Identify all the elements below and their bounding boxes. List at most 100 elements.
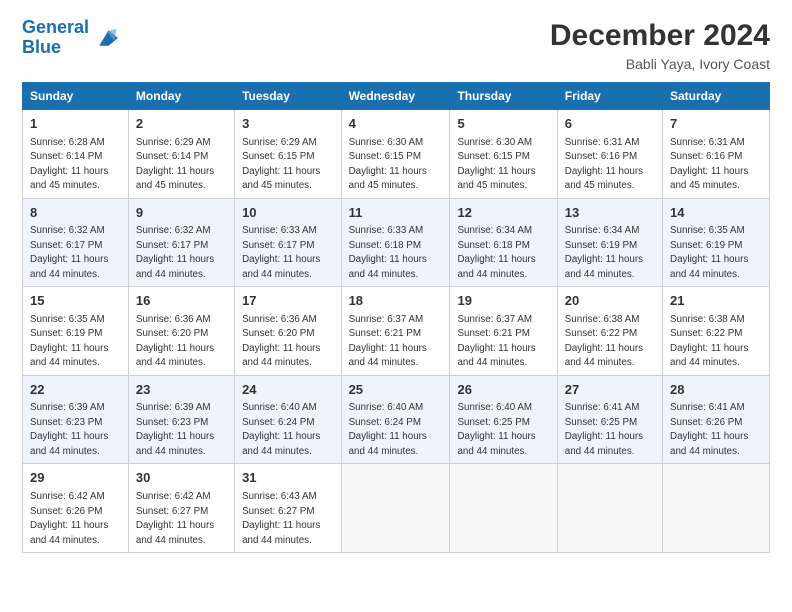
- day-number: 15: [30, 292, 121, 310]
- day-info: Sunrise: 6:35 AMSunset: 6:19 PMDaylight:…: [30, 314, 108, 369]
- table-row: 28 Sunrise: 6:41 AMSunset: 6:26 PMDayligh…: [663, 375, 770, 464]
- day-info: Sunrise: 6:29 AMSunset: 6:15 PMDaylight:…: [242, 137, 320, 192]
- day-info: Sunrise: 6:42 AMSunset: 6:26 PMDaylight:…: [30, 491, 108, 546]
- col-wednesday: Wednesday: [341, 83, 450, 110]
- day-number: 1: [30, 115, 121, 133]
- table-row: 16 Sunrise: 6:36 AMSunset: 6:20 PMDayligh…: [128, 287, 234, 376]
- day-number: 17: [242, 292, 333, 310]
- day-info: Sunrise: 6:38 AMSunset: 6:22 PMDaylight:…: [670, 314, 748, 369]
- table-row: 18 Sunrise: 6:37 AMSunset: 6:21 PMDayligh…: [341, 287, 450, 376]
- col-thursday: Thursday: [450, 83, 557, 110]
- col-friday: Friday: [557, 83, 662, 110]
- subtitle: Babli Yaya, Ivory Coast: [550, 56, 770, 72]
- table-row: 17 Sunrise: 6:36 AMSunset: 6:20 PMDayligh…: [235, 287, 341, 376]
- calendar-table: Sunday Monday Tuesday Wednesday Thursday…: [22, 82, 770, 553]
- title-block: December 2024 Babli Yaya, Ivory Coast: [550, 18, 770, 72]
- table-row: 15 Sunrise: 6:35 AMSunset: 6:19 PMDayligh…: [23, 287, 129, 376]
- table-row: [450, 464, 557, 553]
- day-number: 2: [136, 115, 227, 133]
- day-number: 6: [565, 115, 655, 133]
- logo-icon: [93, 24, 121, 52]
- table-row: 11 Sunrise: 6:33 AMSunset: 6:18 PMDayligh…: [341, 198, 450, 287]
- day-number: 21: [670, 292, 762, 310]
- day-number: 11: [349, 204, 443, 222]
- day-number: 4: [349, 115, 443, 133]
- table-row: 24 Sunrise: 6:40 AMSunset: 6:24 PMDayligh…: [235, 375, 341, 464]
- day-info: Sunrise: 6:33 AMSunset: 6:18 PMDaylight:…: [349, 225, 427, 280]
- day-info: Sunrise: 6:38 AMSunset: 6:22 PMDaylight:…: [565, 314, 643, 369]
- table-row: 6Sunrise: 6:31 AMSunset: 6:16 PMDaylight…: [557, 110, 662, 199]
- day-number: 26: [457, 381, 549, 399]
- table-row: 25Sunrise: 6:40 AMSunset: 6:24 PMDayligh…: [341, 375, 450, 464]
- day-number: 13: [565, 204, 655, 222]
- table-row: 1 Sunrise: 6:28 AMSunset: 6:14 PMDaylight…: [23, 110, 129, 199]
- day-number: 24: [242, 381, 333, 399]
- col-monday: Monday: [128, 83, 234, 110]
- table-row: 5 Sunrise: 6:30 AMSunset: 6:15 PMDaylight…: [450, 110, 557, 199]
- day-number: 22: [30, 381, 121, 399]
- day-number: 28: [670, 381, 762, 399]
- day-info: Sunrise: 6:40 AMSunset: 6:24 PMDaylight:…: [349, 402, 427, 457]
- day-info: Sunrise: 6:36 AMSunset: 6:20 PMDaylight:…: [136, 314, 214, 369]
- col-sunday: Sunday: [23, 83, 129, 110]
- table-row: 3 Sunrise: 6:29 AMSunset: 6:15 PMDaylight…: [235, 110, 341, 199]
- calendar-header-row: Sunday Monday Tuesday Wednesday Thursday…: [23, 83, 770, 110]
- table-row: 31Sunrise: 6:43 AMSunset: 6:27 PMDayligh…: [235, 464, 341, 553]
- day-number: 18: [349, 292, 443, 310]
- table-row: 22 Sunrise: 6:39 AMSunset: 6:23 PMDayligh…: [23, 375, 129, 464]
- day-info: Sunrise: 6:30 AMSunset: 6:15 PMDaylight:…: [457, 137, 535, 192]
- table-row: 13Sunrise: 6:34 AMSunset: 6:19 PMDayligh…: [557, 198, 662, 287]
- day-number: 16: [136, 292, 227, 310]
- table-row: 30Sunrise: 6:42 AMSunset: 6:27 PMDayligh…: [128, 464, 234, 553]
- day-info: Sunrise: 6:43 AMSunset: 6:27 PMDaylight:…: [242, 491, 320, 546]
- day-info: Sunrise: 6:37 AMSunset: 6:21 PMDaylight:…: [349, 314, 427, 369]
- calendar-week-row: 22 Sunrise: 6:39 AMSunset: 6:23 PMDayligh…: [23, 375, 770, 464]
- day-number: 7: [670, 115, 762, 133]
- day-number: 5: [457, 115, 549, 133]
- day-number: 12: [457, 204, 549, 222]
- day-info: Sunrise: 6:39 AMSunset: 6:23 PMDaylight:…: [30, 402, 108, 457]
- day-info: Sunrise: 6:32 AMSunset: 6:17 PMDaylight:…: [30, 225, 108, 280]
- day-info: Sunrise: 6:30 AMSunset: 6:15 PMDaylight:…: [349, 137, 427, 192]
- table-row: 21 Sunrise: 6:38 AMSunset: 6:22 PMDayligh…: [663, 287, 770, 376]
- day-info: Sunrise: 6:31 AMSunset: 6:16 PMDaylight:…: [670, 137, 748, 192]
- table-row: 8 Sunrise: 6:32 AMSunset: 6:17 PMDaylight…: [23, 198, 129, 287]
- day-info: Sunrise: 6:41 AMSunset: 6:26 PMDaylight:…: [670, 402, 748, 457]
- table-row: 23 Sunrise: 6:39 AMSunset: 6:23 PMDayligh…: [128, 375, 234, 464]
- table-row: 12Sunrise: 6:34 AMSunset: 6:18 PMDayligh…: [450, 198, 557, 287]
- table-row: 7 Sunrise: 6:31 AMSunset: 6:16 PMDaylight…: [663, 110, 770, 199]
- day-info: Sunrise: 6:36 AMSunset: 6:20 PMDaylight:…: [242, 314, 320, 369]
- day-number: 19: [457, 292, 549, 310]
- day-info: Sunrise: 6:42 AMSunset: 6:27 PMDaylight:…: [136, 491, 214, 546]
- day-info: Sunrise: 6:29 AMSunset: 6:14 PMDaylight:…: [136, 137, 214, 192]
- day-info: Sunrise: 6:41 AMSunset: 6:25 PMDaylight:…: [565, 402, 643, 457]
- day-info: Sunrise: 6:40 AMSunset: 6:25 PMDaylight:…: [457, 402, 535, 457]
- table-row: [663, 464, 770, 553]
- table-row: 19 Sunrise: 6:37 AMSunset: 6:21 PMDayligh…: [450, 287, 557, 376]
- main-title: December 2024: [550, 18, 770, 54]
- calendar-week-row: 15 Sunrise: 6:35 AMSunset: 6:19 PMDayligh…: [23, 287, 770, 376]
- logo: General Blue: [22, 18, 121, 58]
- day-info: Sunrise: 6:28 AMSunset: 6:14 PMDaylight:…: [30, 137, 108, 192]
- table-row: 10 Sunrise: 6:33 AMSunset: 6:17 PMDayligh…: [235, 198, 341, 287]
- day-info: Sunrise: 6:33 AMSunset: 6:17 PMDaylight:…: [242, 225, 320, 280]
- page: General Blue December 2024 Babli Yaya, I…: [0, 0, 792, 612]
- logo-general: General: [22, 17, 89, 37]
- calendar-week-row: 29Sunrise: 6:42 AMSunset: 6:26 PMDayligh…: [23, 464, 770, 553]
- day-info: Sunrise: 6:39 AMSunset: 6:23 PMDaylight:…: [136, 402, 214, 457]
- day-number: 20: [565, 292, 655, 310]
- table-row: 2 Sunrise: 6:29 AMSunset: 6:14 PMDaylight…: [128, 110, 234, 199]
- day-number: 3: [242, 115, 333, 133]
- day-info: Sunrise: 6:32 AMSunset: 6:17 PMDaylight:…: [136, 225, 214, 280]
- logo-text: General Blue: [22, 18, 89, 58]
- day-number: 8: [30, 204, 121, 222]
- day-number: 23: [136, 381, 227, 399]
- day-info: Sunrise: 6:40 AMSunset: 6:24 PMDaylight:…: [242, 402, 320, 457]
- day-number: 27: [565, 381, 655, 399]
- day-number: 10: [242, 204, 333, 222]
- table-row: 26 Sunrise: 6:40 AMSunset: 6:25 PMDayligh…: [450, 375, 557, 464]
- col-tuesday: Tuesday: [235, 83, 341, 110]
- day-info: Sunrise: 6:37 AMSunset: 6:21 PMDaylight:…: [457, 314, 535, 369]
- header: General Blue December 2024 Babli Yaya, I…: [22, 18, 770, 72]
- table-row: 27 Sunrise: 6:41 AMSunset: 6:25 PMDayligh…: [557, 375, 662, 464]
